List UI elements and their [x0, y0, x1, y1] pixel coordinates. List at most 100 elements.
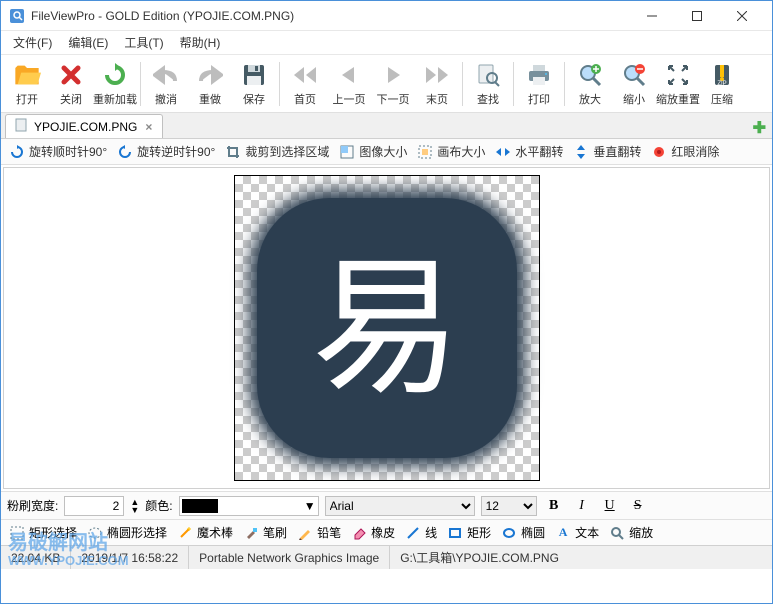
redo-icon [196, 61, 224, 89]
menu-edit[interactable]: 编辑(E) [60, 32, 116, 53]
status-date: 2019/1/7 16:58:22 [71, 546, 189, 569]
minimize-button[interactable] [629, 1, 674, 30]
undo-button[interactable]: 撤消 [144, 57, 188, 111]
separator [279, 62, 280, 106]
status-type: Portable Network Graphics Image [189, 546, 390, 569]
separator [513, 62, 514, 106]
compress-button[interactable]: ZIP压缩 [700, 57, 744, 111]
file-icon [14, 118, 28, 135]
printer-icon [525, 61, 553, 89]
close-button[interactable] [719, 1, 764, 30]
prev-page-button[interactable]: 上一页 [327, 57, 371, 111]
open-button[interactable]: 打开 [5, 57, 49, 111]
brush-icon [243, 525, 259, 541]
first-icon [291, 61, 319, 89]
zoom-out-icon [620, 61, 648, 89]
font-family-select[interactable]: Arial [325, 496, 475, 516]
color-label: 颜色: [145, 497, 172, 514]
main-toolbar: 打开 关闭 重新加载 撤消 重做 保存 首页 上一页 下一页 末页 查找 打印 … [1, 55, 772, 113]
canvas-size-icon [417, 144, 433, 160]
separator [564, 62, 565, 106]
rotate-cw-button[interactable]: 旋转顺时针90° [5, 141, 111, 162]
canvas-area[interactable]: 易 [3, 167, 770, 489]
reload-icon [101, 61, 129, 89]
text-button[interactable]: A文本 [551, 522, 603, 543]
maximize-button[interactable] [674, 1, 719, 30]
menu-file[interactable]: 文件(F) [5, 32, 60, 53]
line-button[interactable]: 线 [401, 522, 441, 543]
magic-wand-icon [177, 525, 193, 541]
statusbar: 22.04 KB 2019/1/7 16:58:22 Portable Netw… [1, 545, 772, 569]
image-toolbar: 旋转顺时针90° 旋转逆时针90° 裁剪到选择区域 图像大小 画布大小 水平翻转… [1, 139, 772, 165]
rectangle-icon [447, 525, 463, 541]
flip-vertical-button[interactable]: 垂直翻转 [569, 141, 645, 162]
image-size-button[interactable]: 图像大小 [335, 141, 411, 162]
status-path: G:\工具箱\YPOJIE.COM.PNG [390, 546, 772, 569]
ellipse-button[interactable]: 椭圆 [497, 522, 549, 543]
zoom-in-button[interactable]: 放大 [568, 57, 612, 111]
rectangle-button[interactable]: 矩形 [443, 522, 495, 543]
folder-open-icon [13, 61, 41, 89]
print-button[interactable]: 打印 [517, 57, 561, 111]
add-tab-button[interactable]: ✚ [753, 118, 766, 138]
search-icon [474, 61, 502, 89]
image-canvas: 易 [234, 175, 540, 481]
zip-icon: ZIP [708, 61, 736, 89]
crop-icon [225, 144, 241, 160]
zoom-out-button[interactable]: 缩小 [612, 57, 656, 111]
ellipse-select-button[interactable]: 椭圆形选择 [83, 522, 171, 543]
flip-h-icon [495, 144, 511, 160]
tab-label: YPOJIE.COM.PNG [34, 120, 137, 134]
magic-wand-button[interactable]: 魔术棒 [173, 522, 237, 543]
last-icon [423, 61, 451, 89]
brush-width-input[interactable] [64, 496, 124, 516]
separator [462, 62, 463, 106]
eraser-icon [351, 525, 367, 541]
strike-button[interactable]: S [627, 496, 649, 516]
bold-button[interactable]: B [543, 496, 565, 516]
flip-horizontal-button[interactable]: 水平翻转 [491, 141, 567, 162]
rotate-ccw-button[interactable]: 旋转逆时针90° [113, 141, 219, 162]
italic-button[interactable]: I [571, 496, 593, 516]
draw-toolbar: 矩形选择 椭圆形选择 魔术棒 笔刷 铅笔 橡皮 线 矩形 椭圆 A文本 缩放 [1, 519, 772, 545]
close-x-icon [57, 61, 85, 89]
first-page-button[interactable]: 首页 [283, 57, 327, 111]
undo-icon [152, 61, 180, 89]
menu-help[interactable]: 帮助(H) [172, 32, 229, 53]
save-button[interactable]: 保存 [232, 57, 276, 111]
titlebar: FileViewPro - GOLD Edition (YPOJIE.COM.P… [1, 1, 772, 31]
font-size-select[interactable]: 12 [481, 496, 537, 516]
menubar: 文件(F) 编辑(E) 工具(T) 帮助(H) [1, 31, 772, 55]
pencil-button[interactable]: 铅笔 [293, 522, 345, 543]
crop-button[interactable]: 裁剪到选择区域 [221, 141, 333, 162]
zoom-tool-button[interactable]: 缩放 [605, 522, 657, 543]
flip-v-icon [573, 144, 589, 160]
find-button[interactable]: 查找 [466, 57, 510, 111]
brush-width-label: 粉刷宽度: [7, 497, 58, 514]
zoom-tool-icon [609, 525, 625, 541]
line-icon [405, 525, 421, 541]
zoom-in-icon [576, 61, 604, 89]
next-page-button[interactable]: 下一页 [371, 57, 415, 111]
underline-button[interactable]: U [599, 496, 621, 516]
ellipse-icon [501, 525, 517, 541]
rotate-ccw-icon [117, 144, 133, 160]
tabbar: YPOJIE.COM.PNG × ✚ [1, 113, 772, 139]
zoom-reset-button[interactable]: 缩放重置 [656, 57, 700, 111]
redeye-button[interactable]: 红眼消除 [647, 141, 723, 162]
floppy-icon [240, 61, 268, 89]
color-picker[interactable]: ▼ [179, 496, 319, 516]
spinner-icon[interactable]: ▲▼ [130, 498, 139, 514]
redo-button[interactable]: 重做 [188, 57, 232, 111]
close-file-button[interactable]: 关闭 [49, 57, 93, 111]
tab-active[interactable]: YPOJIE.COM.PNG × [5, 114, 163, 138]
brush-button[interactable]: 笔刷 [239, 522, 291, 543]
rect-select-button[interactable]: 矩形选择 [5, 522, 81, 543]
rotate-cw-icon [9, 144, 25, 160]
canvas-size-button[interactable]: 画布大小 [413, 141, 489, 162]
reload-button[interactable]: 重新加载 [93, 57, 137, 111]
last-page-button[interactable]: 末页 [415, 57, 459, 111]
menu-tools[interactable]: 工具(T) [116, 32, 171, 53]
eraser-button[interactable]: 橡皮 [347, 522, 399, 543]
tab-close-button[interactable]: × [143, 120, 154, 134]
